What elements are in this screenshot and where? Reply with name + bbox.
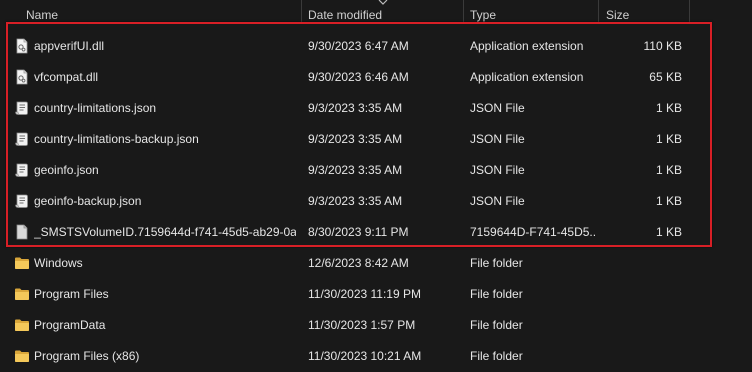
- file-type: File folder: [470, 256, 523, 270]
- file-size: 1 KB: [655, 225, 682, 239]
- file-size: [600, 248, 682, 279]
- file-name: Program Files (x86): [34, 349, 140, 363]
- date-modified: 9/30/2023 6:46 AM: [308, 70, 409, 84]
- json-file-icon: [14, 100, 30, 116]
- folder-row[interactable]: Program Files 11/30/2023 11:19 PM File fol…: [0, 279, 752, 310]
- date-modified: 9/3/2023 3:35 AM: [308, 163, 403, 177]
- file-size: 1 KB: [655, 101, 682, 115]
- column-header-bar: Name Date modified Type Size: [0, 0, 752, 22]
- date-modified: 9/30/2023 6:47 AM: [308, 39, 409, 53]
- column-divider[interactable]: [301, 0, 302, 22]
- folder-row[interactable]: Windows 12/6/2023 8:42 AM File folder: [0, 248, 752, 279]
- column-header-date-modified[interactable]: Date modified: [308, 0, 458, 22]
- date-modified: 9/3/2023 3:35 AM: [308, 101, 403, 115]
- file-name: Windows: [34, 256, 83, 270]
- file-type: File folder: [470, 287, 523, 301]
- date-modified: 12/6/2023 8:42 AM: [308, 256, 409, 270]
- file-type: JSON File: [470, 101, 525, 115]
- file-row[interactable]: appverifUI.dll 9/30/2023 6:47 AM Applicati…: [0, 31, 752, 62]
- file-size: [600, 341, 682, 372]
- file-size: [600, 310, 682, 341]
- file-size: 1 KB: [655, 163, 682, 177]
- file-name: country-limitations-backup.json: [34, 132, 199, 146]
- column-divider[interactable]: [598, 0, 599, 22]
- column-divider[interactable]: [689, 0, 690, 22]
- file-name: vfcompat.dll: [34, 70, 99, 84]
- json-file-icon: [14, 193, 30, 209]
- column-header-name[interactable]: Name: [26, 0, 296, 22]
- file-size: 110 KB: [643, 39, 682, 53]
- date-modified: 11/30/2023 11:19 PM: [308, 287, 421, 301]
- file-type: File folder: [470, 318, 523, 332]
- file-type: JSON File: [470, 163, 525, 177]
- file-name: country-limitations.json: [34, 101, 157, 115]
- file-name: geoinfo-backup.json: [34, 194, 142, 208]
- file-size: 1 KB: [655, 132, 682, 146]
- file-size: [600, 279, 682, 310]
- folder-row[interactable]: Program Files (x86) 11/30/2023 10:21 AM Fi…: [0, 341, 752, 372]
- column-divider[interactable]: [463, 0, 464, 22]
- file-type: Application extension: [470, 70, 584, 84]
- file-size: 65 KB: [649, 70, 682, 84]
- date-modified: 9/3/2023 3:35 AM: [308, 194, 403, 208]
- column-header-type[interactable]: Type: [470, 0, 595, 22]
- file-row[interactable]: vfcompat.dll 9/30/2023 6:46 AM Application…: [0, 62, 752, 93]
- file-size: 1 KB: [655, 194, 682, 208]
- file-type: 7159644D-F741-45D5...: [470, 225, 595, 239]
- file-type: Application extension: [470, 39, 584, 53]
- dll-file-icon: [14, 38, 30, 54]
- file-name: Program Files: [34, 287, 109, 301]
- generic-file-icon: [14, 224, 30, 240]
- folder-row[interactable]: ProgramData 11/30/2023 1:57 PM File folder: [0, 310, 752, 341]
- dll-file-icon: [14, 69, 30, 85]
- file-type: JSON File: [470, 132, 525, 146]
- json-file-icon: [14, 131, 30, 147]
- date-modified: 11/30/2023 10:21 AM: [308, 349, 422, 363]
- column-header-size[interactable]: Size: [606, 0, 686, 22]
- json-file-icon: [14, 162, 30, 178]
- file-name: ProgramData: [34, 318, 106, 332]
- file-name: appverifUI.dll: [34, 39, 105, 53]
- folder-icon: [14, 348, 30, 364]
- file-name: _SMSTSVolumeID.7159644d-f741-45d5-ab29-0…: [34, 225, 296, 239]
- file-row[interactable]: _SMSTSVolumeID.7159644d-f741-45d5-ab29-0…: [0, 217, 752, 248]
- folder-icon: [14, 286, 30, 302]
- file-row[interactable]: country-limitations-backup.json 9/3/2023 …: [0, 124, 752, 155]
- folder-icon: [14, 317, 30, 333]
- date-modified: 11/30/2023 1:57 PM: [308, 318, 416, 332]
- file-type: File folder: [470, 349, 523, 363]
- file-row[interactable]: geoinfo.json 9/3/2023 3:35 AM JSON File 1 K…: [0, 155, 752, 186]
- date-modified: 8/30/2023 9:11 PM: [308, 225, 409, 239]
- date-modified: 9/3/2023 3:35 AM: [308, 132, 403, 146]
- folder-icon: [14, 255, 30, 271]
- file-name: geoinfo.json: [34, 163, 99, 177]
- file-type: JSON File: [470, 194, 525, 208]
- file-row[interactable]: geoinfo-backup.json 9/3/2023 3:35 AM JSON …: [0, 186, 752, 217]
- file-row[interactable]: country-limitations.json 9/3/2023 3:35 AM…: [0, 93, 752, 124]
